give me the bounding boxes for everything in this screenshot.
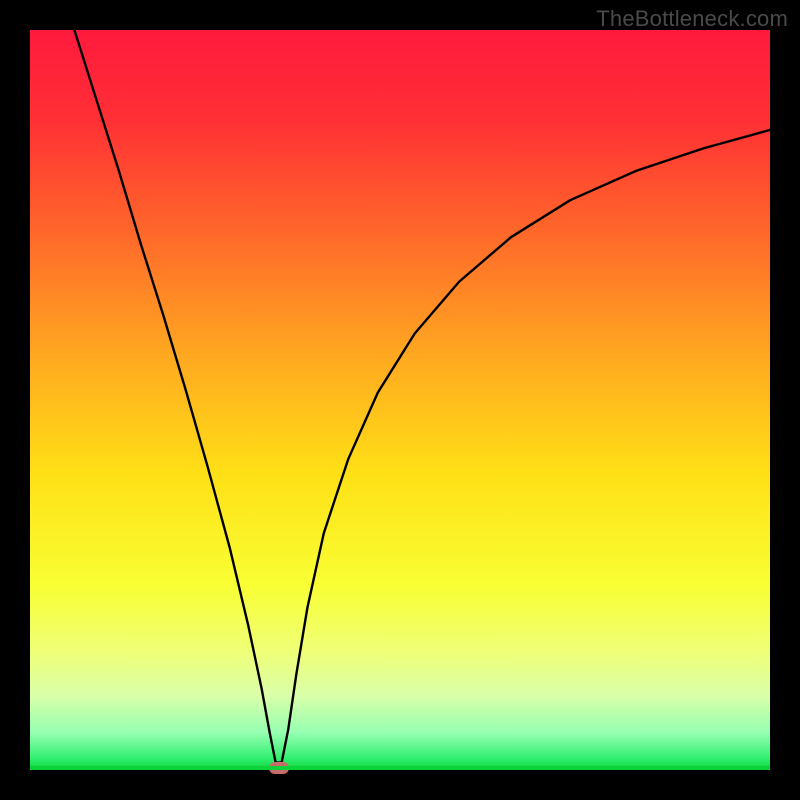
bottleneck-curve [30, 30, 770, 770]
chart-frame [30, 30, 770, 770]
watermark-text: TheBottleneck.com [596, 6, 788, 32]
baseline-green [30, 766, 770, 770]
